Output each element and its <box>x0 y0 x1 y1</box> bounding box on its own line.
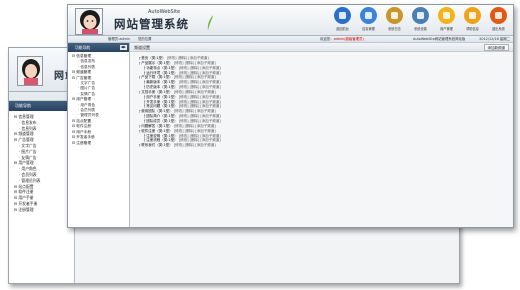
panel-title: 频道设置 <box>134 45 150 50</box>
chart-icon <box>386 7 403 24</box>
channel-name: ├ 功能特点（类:1型） <box>143 65 179 70</box>
toolbar-label: 用户管理 <box>440 27 453 31</box>
channel-actions[interactable]: [修改] [删除] [添加子频道] <box>179 134 221 138</box>
status-strip: 管理员:admin 您的位置 欢迎您：admin(超级管理员) AutoWebS… <box>68 36 513 43</box>
toolbar-button[interactable]: 系统设置 <box>409 7 432 31</box>
toolbar-label: 返回前台 <box>336 27 349 31</box>
admin-label: 管理员:admin <box>108 37 130 41</box>
back-sidebar-title: 功能导航 <box>9 101 74 111</box>
user-icon <box>438 7 455 24</box>
channel-name: ├ 用户手册（类:1型） <box>143 94 179 99</box>
location-label: 您的位置 <box>138 37 152 41</box>
channel-name: ├ 开发手册（类:1型） <box>143 99 179 104</box>
channel-actions[interactable]: [修改] [删除] [添加子频道] <box>174 75 216 79</box>
toolbar-button[interactable]: 退出系统 <box>487 7 510 31</box>
main-content: 频道设置 添加新频道 ┌ 首页（类:1型） [修改] [删除] [添加子频道] ┌… <box>130 43 513 227</box>
help-icon <box>464 7 481 24</box>
channel-name: ├ 注册流程（类:1型） <box>143 138 179 143</box>
toolbar: 返回前台 信息管理 系统日志 系统设置 用户管理 帮助信息 退出系统 <box>331 7 510 31</box>
sidebar-title: 功能导航 ◀▶ <box>68 43 129 52</box>
welcome-user[interactable]: admin <box>334 37 345 41</box>
channel-actions[interactable]: [修改] [删除] [添加子频道] <box>174 143 216 147</box>
channel-name: ├ 常见问题（类:1型） <box>143 104 179 109</box>
toolbar-label: 系统设置 <box>414 27 427 31</box>
channel-actions[interactable]: [修改] [删除] [添加子频道] <box>167 56 209 60</box>
channel-name: ├ 历史版本（类:1型） <box>143 85 179 90</box>
admin-window: AutoWebSite 网站管理系统 返回前台 信息管理 系统日志 系统设置 用户管理 帮… <box>67 4 514 228</box>
exit-icon <box>490 7 507 24</box>
channel-actions[interactable]: [修改] [删除] [添加子频道] <box>179 85 221 89</box>
toolbar-button[interactable]: 帮助信息 <box>461 7 484 31</box>
avatar <box>75 8 103 35</box>
toolbar-label: 信息管理 <box>362 27 375 31</box>
sidebar-item[interactable]: ⊟ 注册管理 <box>72 141 129 146</box>
add-channel-button[interactable]: 添加新频道 <box>483 44 509 51</box>
channel-actions[interactable]: [修改] [删除] [添加子频道] <box>179 100 221 104</box>
logo-english: AutoWebSite <box>148 9 181 15</box>
welcome-text: 欢迎您：admin(超级管理员) <box>320 37 364 41</box>
channel-actions[interactable]: [修改] [删除] [添加子频道] <box>179 119 221 123</box>
channel-name: ┌ 产品展示（类:1型） <box>138 60 174 65</box>
leaf-icon <box>207 15 213 31</box>
back-nav-tree: ⊟ 信息管理 · 信息发布 · 信息列表 ⊟ 频道管理 ⊟ 广告管理 · 文字广告 · 图片… <box>9 111 74 213</box>
channel-actions[interactable]: [修改] [删除] [添加子频道] <box>179 114 221 118</box>
channel-name: ┌ 软件注册（类:1型） <box>138 128 174 133</box>
panel-header: 频道设置 添加新频道 <box>130 43 513 52</box>
toolbar-button[interactable]: 系统日志 <box>383 7 406 31</box>
screenshot-stage: 网站 功能导航 ⊟ 信息管理 · 信息发布 · 信息列表 ⊟ 频道管理 ⊟ 广告管理 · … <box>0 0 520 290</box>
channel-name: ├ 注册说明（类:1型） <box>143 133 179 138</box>
channel-name: ┌ 文档手册（类:1型） <box>138 89 174 94</box>
channel-actions[interactable]: [修改] [删除] [添加子频道] <box>174 129 216 133</box>
channel-actions[interactable]: [修改] [删除] [添加子频道] <box>179 71 221 75</box>
channel-actions[interactable]: [修改] [删除] [添加子频道] <box>179 104 221 108</box>
manage-icon <box>360 7 377 24</box>
toolbar-button[interactable]: 用户管理 <box>435 7 458 31</box>
channel-name: ┌ 联系我们（类:1型） <box>138 143 174 148</box>
toolbar-button[interactable]: 信息管理 <box>357 7 380 31</box>
logo: 网站管理系统 <box>114 17 189 31</box>
channel-list: ┌ 首页（类:1型） [修改] [删除] [添加子频道] ┌ 产品展示（类:1型）… <box>130 52 513 148</box>
toolbar-button[interactable]: 返回前台 <box>331 7 354 31</box>
collapse-arrows-icon[interactable]: ◀▶ <box>119 45 127 50</box>
toolbar-label: 帮助信息 <box>466 27 479 31</box>
channel-actions[interactable]: [修改] [删除] [添加子频道] <box>179 66 221 70</box>
nav-tree: ⊟ 信息管理 · 信息发布 · 信息列表 ⊟ 频道管理 ⊟ 广告管理 · 文字广告 · 图片… <box>68 52 129 146</box>
channel-actions[interactable]: [修改] [删除] [添加子频道] <box>174 124 216 128</box>
channel-actions[interactable]: [修改] [删除] [添加子频道] <box>174 61 216 65</box>
windows-icon <box>334 7 351 24</box>
channel-name: ┌ 首页（类:1型） <box>138 56 167 60</box>
channel-name: ┌ 产品下载（类:1型） <box>138 75 174 80</box>
channel-actions[interactable]: [修改] [删除] [添加子频道] <box>179 138 221 142</box>
back-sidebar-item[interactable]: ⊟ 注册管理 <box>14 207 74 213</box>
channel-row: ┌ 联系我们（类:1型） [修改] [删除] [添加子频道] <box>138 143 513 148</box>
channel-actions[interactable]: [修改] [删除] [添加子频道] <box>179 80 221 84</box>
toolbar-label: 系统日志 <box>388 27 401 31</box>
back-sidebar: 功能导航 ⊟ 信息管理 · 信息发布 · 信息列表 ⊟ 频道管理 ⊟ 广告管理 · 文字广… <box>9 101 75 283</box>
channel-name: ├ 团队成员（类:1型） <box>143 118 179 123</box>
channel-name: ┌ 问题解答（类:1型） <box>138 123 174 128</box>
date-label: 2012/12/18 星期二 <box>479 37 510 41</box>
channel-actions[interactable]: [修改] [删除] [添加子频道] <box>179 95 221 99</box>
sidebar: 功能导航 ◀▶ ⊟ 信息管理 · 信息发布 · 信息列表 ⊟ 频道管理 ⊟ 广告管理 · … <box>68 43 130 227</box>
toolbar-label: 退出系统 <box>492 27 505 31</box>
channel-name: ┌ 使用团队（类:1型） <box>138 109 174 114</box>
channel-name: ├ 团队简介（类:1型） <box>143 114 179 119</box>
system-name: AutoWebSite网站管理系统简化版 <box>413 37 466 41</box>
channel-actions[interactable]: [修改] [删除] [添加子频道] <box>174 109 216 113</box>
channel-name: ├ 运行环境（类:1型） <box>143 70 179 75</box>
back-avatar <box>17 56 43 86</box>
header: AutoWebSite 网站管理系统 返回前台 信息管理 系统日志 系统设置 用户管理 帮… <box>68 5 513 36</box>
channel-actions[interactable]: [修改] [删除] [添加子频道] <box>174 90 216 94</box>
channel-name: ├ 最新版本（类:1型） <box>143 80 179 85</box>
settings-icon <box>412 7 429 24</box>
